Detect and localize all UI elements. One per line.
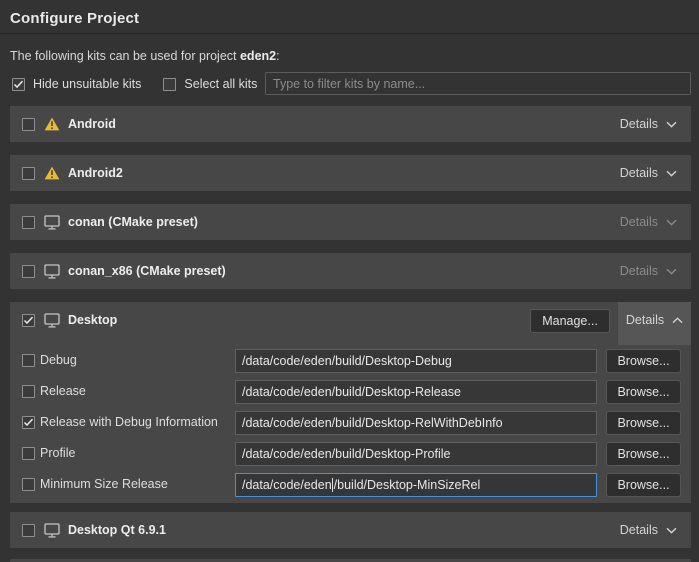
filter-options-row: Hide unsuitable kits Select all kits <box>12 77 271 91</box>
kit-panel-desktop: Details Desktop Manage... Debug Browse..… <box>10 302 691 503</box>
details-label: Details <box>620 117 658 131</box>
kit-checkbox[interactable] <box>22 314 35 327</box>
kit-row-conan: conan (CMake preset) Details <box>10 204 691 240</box>
chevron-down-icon <box>666 268 677 275</box>
config-label: Minimum Size Release <box>40 477 168 491</box>
config-label: Profile <box>40 446 75 460</box>
kit-name: Desktop Qt 6.9.1 <box>68 523 166 537</box>
kits-subtitle: The following kits can be used for proje… <box>10 49 280 63</box>
kit-checkbox[interactable] <box>22 216 35 229</box>
config-checkbox[interactable] <box>22 447 35 460</box>
details-toggle: Details <box>620 215 677 229</box>
kit-name: Android <box>68 117 116 131</box>
build-config-row-relwithdebinfo: Release with Debug Information Browse... <box>10 411 691 435</box>
details-label: Details <box>620 264 658 278</box>
kit-name: conan_x86 (CMake preset) <box>68 264 226 278</box>
kit-row-conan-x86: conan_x86 (CMake preset) Details <box>10 253 691 289</box>
desktop-icon <box>44 215 60 230</box>
kit-name: Desktop <box>68 313 117 327</box>
warning-icon <box>44 166 60 180</box>
hide-unsuitable-label[interactable]: Hide unsuitable kits <box>33 77 141 91</box>
kit-checkbox[interactable] <box>22 524 35 537</box>
browse-button[interactable]: Browse... <box>606 442 681 466</box>
select-all-checkbox[interactable] <box>163 78 176 91</box>
kit-row-android: Android Details <box>10 106 691 142</box>
check-icon <box>23 418 34 427</box>
details-toggle[interactable]: Details <box>620 166 677 180</box>
title-separator <box>0 33 699 34</box>
config-label: Debug <box>40 353 77 367</box>
select-all-label[interactable]: Select all kits <box>184 77 257 91</box>
desktop-icon <box>44 264 60 279</box>
kit-name: conan (CMake preset) <box>68 215 198 229</box>
warning-icon <box>44 117 60 131</box>
hide-unsuitable-checkbox[interactable] <box>12 78 25 91</box>
details-label: Details <box>620 215 658 229</box>
kit-row-android2: Android2 Details <box>10 155 691 191</box>
check-icon <box>13 80 24 89</box>
kit-checkbox[interactable] <box>22 265 35 278</box>
browse-button[interactable]: Browse... <box>606 473 681 497</box>
build-dir-input[interactable] <box>235 442 597 466</box>
desktop-icon <box>44 313 60 328</box>
manage-button[interactable]: Manage... <box>530 309 610 333</box>
chevron-down-icon <box>666 219 677 226</box>
input-text-after-cursor: /build/Desktop-MinSizeRel <box>334 478 481 492</box>
config-label: Release <box>40 384 86 398</box>
kit-filter-input[interactable] <box>265 72 691 95</box>
chevron-down-icon <box>666 170 677 177</box>
input-text-before-cursor: /data/code/eden <box>242 478 332 492</box>
build-dir-input-focused[interactable]: /data/code/eden/build/Desktop-MinSizeRel <box>235 473 597 497</box>
config-label: Release with Debug Information <box>40 415 218 429</box>
kit-checkbox[interactable] <box>22 118 35 131</box>
config-checkbox[interactable] <box>22 478 35 491</box>
kit-row-desktop: Desktop Manage... <box>10 302 691 338</box>
details-label: Details <box>620 166 658 180</box>
subtitle-colon: : <box>276 49 279 63</box>
build-config-row-debug: Debug Browse... <box>10 349 691 373</box>
details-label: Details <box>620 523 658 537</box>
build-dir-input[interactable] <box>235 349 597 373</box>
build-config-row-minsizerel: Minimum Size Release /data/code/eden/bui… <box>10 473 691 497</box>
build-dir-input[interactable] <box>235 380 597 404</box>
browse-button[interactable]: Browse... <box>606 349 681 373</box>
build-config-row-release: Release Browse... <box>10 380 691 404</box>
config-checkbox[interactable] <box>22 416 35 429</box>
kit-checkbox[interactable] <box>22 167 35 180</box>
details-toggle: Details <box>620 264 677 278</box>
build-dir-input[interactable] <box>235 411 597 435</box>
kit-row-desktop-qt: Desktop Qt 6.9.1 Details <box>10 512 691 548</box>
config-checkbox[interactable] <box>22 385 35 398</box>
browse-button[interactable]: Browse... <box>606 411 681 435</box>
build-config-row-profile: Profile Browse... <box>10 442 691 466</box>
kit-name: Android2 <box>68 166 123 180</box>
subtitle-text: The following kits can be used for proje… <box>10 49 240 63</box>
project-name: eden2 <box>240 49 276 63</box>
page-title: Configure Project <box>10 10 139 27</box>
config-checkbox[interactable] <box>22 354 35 367</box>
chevron-down-icon <box>666 527 677 534</box>
browse-button[interactable]: Browse... <box>606 380 681 404</box>
details-toggle[interactable]: Details <box>620 117 677 131</box>
check-icon <box>23 316 34 325</box>
details-toggle[interactable]: Details <box>620 523 677 537</box>
chevron-down-icon <box>666 121 677 128</box>
desktop-icon <box>44 523 60 538</box>
